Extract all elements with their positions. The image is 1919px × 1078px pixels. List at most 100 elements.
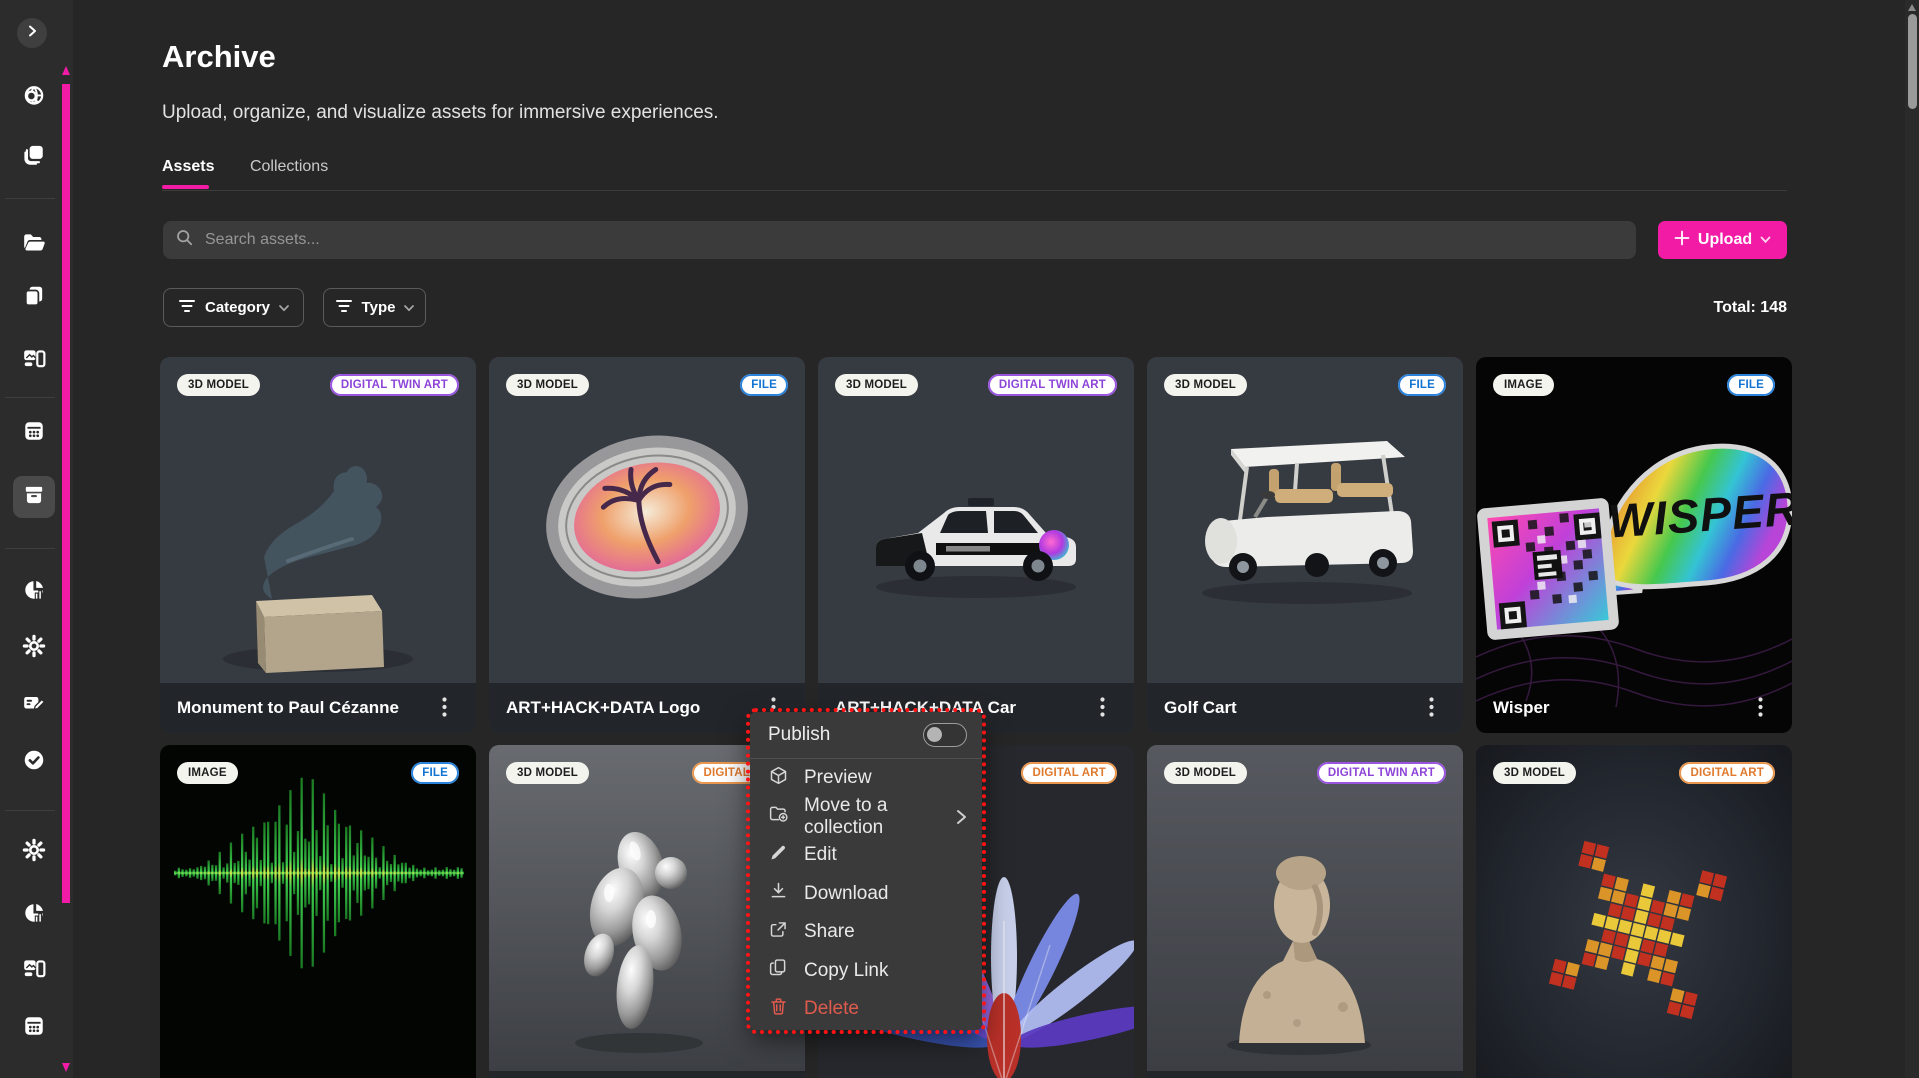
context-menu-item-label: Move to a collection bbox=[804, 795, 939, 839]
asset-type-badge: 3D MODEL bbox=[506, 374, 589, 396]
plus-icon bbox=[1674, 230, 1690, 251]
archive-box-icon bbox=[22, 483, 46, 512]
upload-button[interactable]: Upload bbox=[1658, 221, 1787, 259]
folder-move-icon bbox=[768, 803, 789, 830]
sidebar-item-layers[interactable] bbox=[13, 135, 55, 177]
search-input[interactable] bbox=[203, 230, 1407, 250]
app-root: Archive Upload, organize, and visualize … bbox=[0, 0, 1919, 1078]
page-scrollbar-thumb[interactable] bbox=[1908, 14, 1917, 109]
preview-cube-icon bbox=[768, 765, 789, 792]
page-scrollbar[interactable] bbox=[1905, 0, 1919, 1078]
asset-menu-button[interactable] bbox=[1754, 693, 1767, 724]
context-menu-item-download[interactable]: Download bbox=[750, 875, 982, 914]
sidebar-item-contact-edit[interactable] bbox=[13, 684, 55, 726]
asset-card[interactable]: 3D MODELDIGITAL TWIN ARTART+HACK+DATA Ca… bbox=[818, 357, 1134, 733]
asset-tag-badge: DIGITAL TWIN ART bbox=[330, 374, 459, 396]
check-circle-icon bbox=[22, 748, 46, 777]
context-menu-item-copy-link[interactable]: Copy Link bbox=[750, 952, 982, 991]
search-box[interactable] bbox=[163, 221, 1636, 259]
context-menu-item-share[interactable]: Share bbox=[750, 913, 982, 952]
tab-assets[interactable]: Assets bbox=[162, 158, 214, 176]
asset-card-footer bbox=[818, 1071, 1134, 1078]
asset-thumbnail: WISPER bbox=[1476, 357, 1792, 733]
sidebar-scroll-up-arrow[interactable] bbox=[62, 66, 70, 75]
filter-category-button[interactable]: Category bbox=[163, 288, 304, 327]
asset-tag-badge: DIGITAL TWIN ART bbox=[988, 374, 1117, 396]
asset-card-footer bbox=[160, 1071, 476, 1078]
asset-card-footer: Golf Cart bbox=[1147, 683, 1463, 733]
asset-card[interactable]: IMAGEFILE bbox=[160, 745, 476, 1078]
pie-chart-icon bbox=[22, 578, 46, 607]
context-menu-item-delete[interactable]: Delete bbox=[750, 990, 982, 1029]
sidebar-divider bbox=[5, 397, 55, 398]
asset-tag-badge: FILE bbox=[1727, 374, 1775, 396]
asset-badges: IMAGEFILE bbox=[177, 762, 459, 784]
asset-card[interactable]: 3D MODELDIGITAL ART bbox=[1476, 745, 1792, 1078]
sidebar-item-folder-open[interactable] bbox=[13, 223, 55, 265]
context-menu-item-label: Download bbox=[804, 883, 889, 905]
asset-type-badge: 3D MODEL bbox=[177, 374, 260, 396]
sidebar-item-check-circle[interactable] bbox=[13, 741, 55, 783]
context-menu: Publish PreviewMove to a collectionEditD… bbox=[750, 712, 982, 1030]
asset-card[interactable]: 3D MODELDIGITAL TWIN ARTBust of a Woman … bbox=[1147, 745, 1463, 1078]
asset-menu-button[interactable] bbox=[1096, 693, 1109, 724]
sidebar-item-settings-gear[interactable] bbox=[13, 627, 55, 669]
context-menu-item-label: Preview bbox=[804, 767, 872, 789]
page-title: Archive bbox=[162, 39, 276, 75]
asset-title: Monument to Paul Cézanne bbox=[177, 698, 399, 718]
download-icon bbox=[768, 880, 789, 907]
context-menu-item-label: Edit bbox=[804, 844, 837, 866]
devices-icon bbox=[22, 346, 46, 375]
search-icon bbox=[176, 229, 193, 251]
layers-icon bbox=[22, 142, 46, 171]
sidebar-item-globe-search[interactable] bbox=[13, 77, 55, 119]
context-menu-item-preview[interactable]: Preview bbox=[750, 759, 982, 798]
chevron-right-icon bbox=[26, 24, 38, 42]
context-menu-item-label: Copy Link bbox=[804, 960, 889, 982]
sidebar-scrollbar-thumb[interactable] bbox=[62, 84, 70, 903]
context-menu-item-move-to-a-collection[interactable]: Move to a collection bbox=[750, 798, 982, 837]
sidebar-item-copy-pages[interactable] bbox=[13, 277, 55, 319]
asset-card-footer: Monument to Paul Cézanne bbox=[160, 683, 476, 733]
asset-tag-badge: DIGITAL TWIN ART bbox=[1317, 762, 1446, 784]
asset-title: ART+HACK+DATA Logo bbox=[506, 698, 700, 718]
sidebar-item-archive-box[interactable] bbox=[13, 476, 55, 518]
sidebar-item-settings-gear[interactable] bbox=[13, 831, 55, 873]
total-count: Total: 148 bbox=[1587, 299, 1787, 317]
calendar-grid-icon bbox=[22, 419, 46, 448]
sidebar-item-devices[interactable] bbox=[13, 949, 55, 991]
publish-toggle[interactable] bbox=[923, 723, 967, 747]
contact-edit-icon bbox=[22, 691, 46, 720]
asset-card[interactable]: 3D MODELFILE Golf Cart bbox=[1147, 357, 1463, 733]
asset-card[interactable]: 3D MODELFILEART+HACK+DATA Logo bbox=[489, 357, 805, 733]
asset-badges: 3D MODELFILE bbox=[1164, 374, 1446, 396]
sidebar bbox=[0, 0, 73, 1078]
asset-menu-button[interactable] bbox=[438, 693, 451, 724]
asset-type-badge: 3D MODEL bbox=[1164, 762, 1247, 784]
asset-card[interactable]: WISPERIMAGEFILEWisper bbox=[1476, 357, 1792, 733]
sidebar-scroll-down-arrow[interactable] bbox=[62, 1063, 70, 1072]
asset-tag-badge: DIGITAL ART bbox=[1679, 762, 1775, 784]
filter-type-button[interactable]: Type bbox=[323, 288, 426, 327]
sidebar-item-calendar-grid[interactable] bbox=[13, 1007, 55, 1049]
asset-title: Golf Cart bbox=[1164, 698, 1237, 718]
sidebar-item-devices[interactable] bbox=[13, 339, 55, 381]
context-menu-item-edit[interactable]: Edit bbox=[750, 836, 982, 875]
sidebar-divider bbox=[5, 548, 55, 549]
page-scroll-up-arrow[interactable] bbox=[1908, 4, 1916, 11]
sidebar-item-calendar-grid[interactable] bbox=[13, 412, 55, 454]
tab-collections[interactable]: Collections bbox=[250, 158, 328, 176]
kebab-icon bbox=[442, 697, 447, 720]
asset-type-badge: 3D MODEL bbox=[1164, 374, 1247, 396]
publish-toggle-knob bbox=[927, 727, 942, 742]
sidebar-item-pie-chart[interactable] bbox=[13, 894, 55, 936]
sidebar-expand-button[interactable] bbox=[17, 18, 47, 48]
asset-menu-button[interactable] bbox=[1425, 693, 1438, 724]
pencil-icon bbox=[768, 842, 789, 869]
globe-search-icon bbox=[22, 84, 46, 113]
asset-card[interactable]: 3D MODEL DIGITAL TWIN ART Monument to Paul… bbox=[160, 357, 476, 733]
asset-thumbnail bbox=[1147, 357, 1463, 683]
sidebar-item-pie-chart[interactable] bbox=[13, 571, 55, 613]
copy-link-icon bbox=[768, 957, 789, 984]
asset-thumbnail bbox=[160, 745, 476, 1078]
